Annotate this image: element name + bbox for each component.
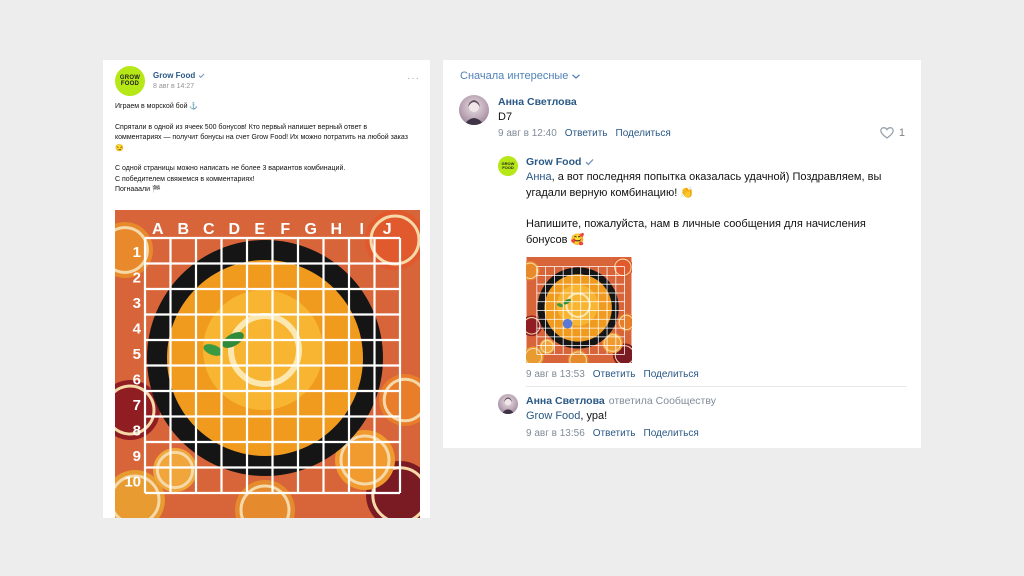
orange-slice — [539, 338, 555, 355]
post-text-line: С одной страницы можно написать не более… — [115, 165, 346, 172]
comment-meta: 9 авг в 12:40 Ответить Поделиться — [498, 128, 671, 139]
battleship-board-thumbnail — [526, 257, 632, 363]
attached-image[interactable] — [526, 257, 632, 363]
post-header: GROW FOOD Grow Food 8 авг в 14:27 ··· — [115, 66, 420, 96]
avatar[interactable] — [459, 95, 489, 125]
post-text-line: Спрятали в одной из ячеек 500 бонусов! К… — [115, 123, 408, 152]
avatar-photo — [464, 100, 484, 125]
verified-icon — [585, 158, 594, 166]
comment-text: Grow Food, ура! — [526, 408, 607, 424]
avatar-photo — [501, 397, 515, 414]
post-text: Играем в морской бой ⚓ Спрятали в одной … — [115, 102, 415, 196]
column-label: J — [383, 221, 392, 238]
column-label: F — [280, 221, 290, 238]
row-label: 6 — [133, 371, 141, 388]
share-button[interactable]: Поделиться — [616, 128, 671, 139]
comment-date[interactable]: 9 авг в 13:53 — [526, 369, 585, 380]
comment-text: D7 — [498, 111, 513, 123]
sort-dropdown[interactable]: Сначала интересные — [460, 70, 581, 82]
post-date[interactable]: 8 авг в 14:27 — [153, 83, 194, 90]
heart-icon — [880, 127, 894, 139]
comment-date[interactable]: 9 авг в 12:40 — [498, 128, 557, 139]
like-button[interactable]: 1 — [880, 127, 905, 139]
comment-author: Анна Светлова ответила Сообществу — [526, 395, 716, 407]
column-label: A — [152, 221, 164, 238]
row-label: 1 — [133, 244, 141, 261]
comment-author[interactable]: Grow Food — [526, 156, 594, 168]
hit-marker — [562, 318, 573, 329]
battleship-game-image[interactable]: A B C D E F G H I J 1 2 3 4 5 6 7 8 9 10 — [115, 210, 420, 518]
comment-text: Анна, а вот последняя попытка оказалась … — [526, 169, 906, 201]
logo-text-bottom: FOOD — [120, 81, 140, 87]
grow-food-avatar[interactable]: GROW FOOD — [498, 156, 518, 176]
orange-slice — [153, 448, 197, 492]
row-label: 7 — [133, 397, 141, 414]
comment-text: Напишите, пожалуйста, нам в личные сообщ… — [526, 218, 866, 246]
verified-icon — [198, 73, 205, 79]
column-label: E — [254, 221, 265, 238]
mention-link[interactable]: Анна — [526, 171, 552, 183]
row-label: 10 — [124, 473, 141, 490]
column-label: C — [203, 221, 215, 238]
column-label: D — [228, 221, 240, 238]
reply-button[interactable]: Ответить — [593, 369, 636, 380]
row-label: 9 — [133, 448, 141, 465]
column-label: I — [360, 221, 364, 238]
post-card: GROW FOOD Grow Food 8 авг в 14:27 ··· Иг… — [103, 60, 430, 518]
post-author[interactable]: Grow Food — [153, 71, 205, 80]
post-text-line: С победителем свяжемся в комментариях! — [115, 175, 255, 183]
comment-text-part: , ура! — [580, 410, 608, 422]
row-label: 5 — [133, 346, 141, 363]
logo-text-bottom: FOOD — [502, 165, 514, 170]
row-label: 8 — [133, 422, 141, 439]
avatar[interactable] — [498, 394, 518, 414]
post-text-line: Погнааали 🏁 — [115, 186, 161, 193]
divider — [526, 386, 907, 387]
comment-text-part: , а вот последняя попытка оказалась удач… — [526, 171, 882, 199]
share-button[interactable]: Поделиться — [644, 369, 699, 380]
post-author-name[interactable]: Grow Food — [153, 71, 195, 80]
column-label: G — [305, 221, 317, 238]
column-label: H — [330, 221, 342, 238]
comment-author[interactable]: Анна Светлова — [498, 96, 577, 108]
row-label: 3 — [133, 295, 141, 312]
row-label: 4 — [133, 320, 142, 337]
reply-to-label[interactable]: ответила Сообществу — [609, 395, 716, 407]
column-label: B — [177, 221, 189, 238]
reply-button[interactable]: Ответить — [565, 128, 608, 139]
post-text-line: Играем в морской бой ⚓ — [115, 103, 199, 110]
comments-panel: Сначала интересные Анна Светлова D7 9 ав… — [443, 60, 921, 448]
battleship-board: A B C D E F G H I J 1 2 3 4 5 6 7 8 9 10 — [115, 210, 420, 518]
mention-link[interactable]: Grow Food — [526, 410, 580, 422]
chevron-down-icon — [572, 73, 581, 79]
comment-meta: 9 авг в 13:53 Ответить Поделиться — [526, 369, 699, 380]
more-options-icon[interactable]: ··· — [407, 74, 420, 84]
share-button[interactable]: Поделиться — [644, 428, 699, 439]
comment-date[interactable]: 9 авг в 13:56 — [526, 428, 585, 439]
comment-meta: 9 авг в 13:56 Ответить Поделиться — [526, 428, 699, 439]
sort-label: Сначала интересные — [460, 70, 569, 82]
row-label: 2 — [133, 269, 141, 286]
comment-author-name[interactable]: Анна Светлова — [526, 395, 605, 407]
reply-button[interactable]: Ответить — [593, 428, 636, 439]
grow-food-logo[interactable]: GROW FOOD — [115, 66, 145, 96]
like-count: 1 — [898, 127, 905, 139]
comment-author-name[interactable]: Grow Food — [526, 156, 581, 168]
